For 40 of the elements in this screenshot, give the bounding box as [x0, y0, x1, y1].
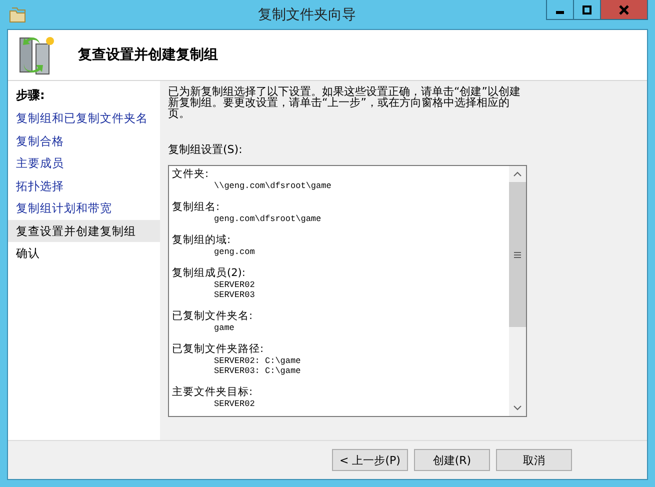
wizard-button[interactable]: 取消: [496, 449, 572, 471]
minimize-button[interactable]: [546, 0, 574, 20]
setting-value: SERVER02: C:\game: [213, 356, 302, 366]
step-item[interactable]: 确认: [8, 242, 160, 264]
folders-icon: [9, 6, 27, 22]
setting-value: SERVER02: [213, 280, 256, 290]
setting-value: geng.com\dfsroot\game: [213, 214, 322, 224]
step-item[interactable]: 复制组和已复制文件夹名: [8, 107, 160, 130]
scrollbar[interactable]: [509, 166, 526, 416]
step-item[interactable]: 拓扑选择: [8, 174, 160, 197]
maximize-icon: [582, 4, 592, 14]
wizard-button[interactable]: 创建(R): [414, 449, 490, 471]
setting-label: 复制组名:: [172, 201, 221, 214]
setting-label: 文件夹:: [172, 168, 210, 181]
steps-heading: 步骤:: [15, 87, 46, 104]
wizard-button[interactable]: < 上一步(P): [332, 449, 408, 471]
grip-icon: [514, 252, 521, 258]
close-button[interactable]: [600, 0, 648, 20]
setting-value: SERVER03: [213, 290, 256, 300]
setting-value: SERVER02: [213, 399, 256, 409]
minimize-icon: [556, 11, 564, 14]
window-title: 复制文件夹向导: [257, 6, 357, 24]
scroll-thumb[interactable]: [509, 182, 526, 327]
step-item[interactable]: 主要成员: [8, 152, 160, 174]
setting-value: \\geng.com\dfsroot\game: [213, 181, 332, 191]
description-text: 已为新复制组选择了以下设置。如果这些设置正确，请单击“创建”以创建新复制组。要更改设置，请单击“上一步”，或在方向窗格中选择相应的页。: [168, 86, 522, 119]
settings-label: 复制组设置(S):: [168, 142, 244, 157]
step-item[interactable]: 复制组计划和带宽: [8, 197, 160, 220]
setting-label: 已复制文件夹路径:: [172, 343, 265, 356]
setting-label: 复制组成员(2):: [172, 267, 246, 280]
setting-label: 已复制文件夹名:: [172, 310, 254, 323]
step-item[interactable]: 复查设置并创建复制组: [8, 220, 160, 242]
setting-value: game: [213, 323, 236, 333]
setting-label: 主要文件夹目标:: [172, 386, 254, 399]
setting-value: geng.com: [213, 247, 256, 257]
setting-label: 复制组的域:: [172, 234, 232, 247]
setting-value: SERVER03: C:\game: [213, 366, 302, 376]
page-title: 复查设置并创建复制组: [78, 46, 218, 64]
close-icon: [618, 4, 630, 14]
step-item[interactable]: 复制合格: [8, 130, 160, 152]
